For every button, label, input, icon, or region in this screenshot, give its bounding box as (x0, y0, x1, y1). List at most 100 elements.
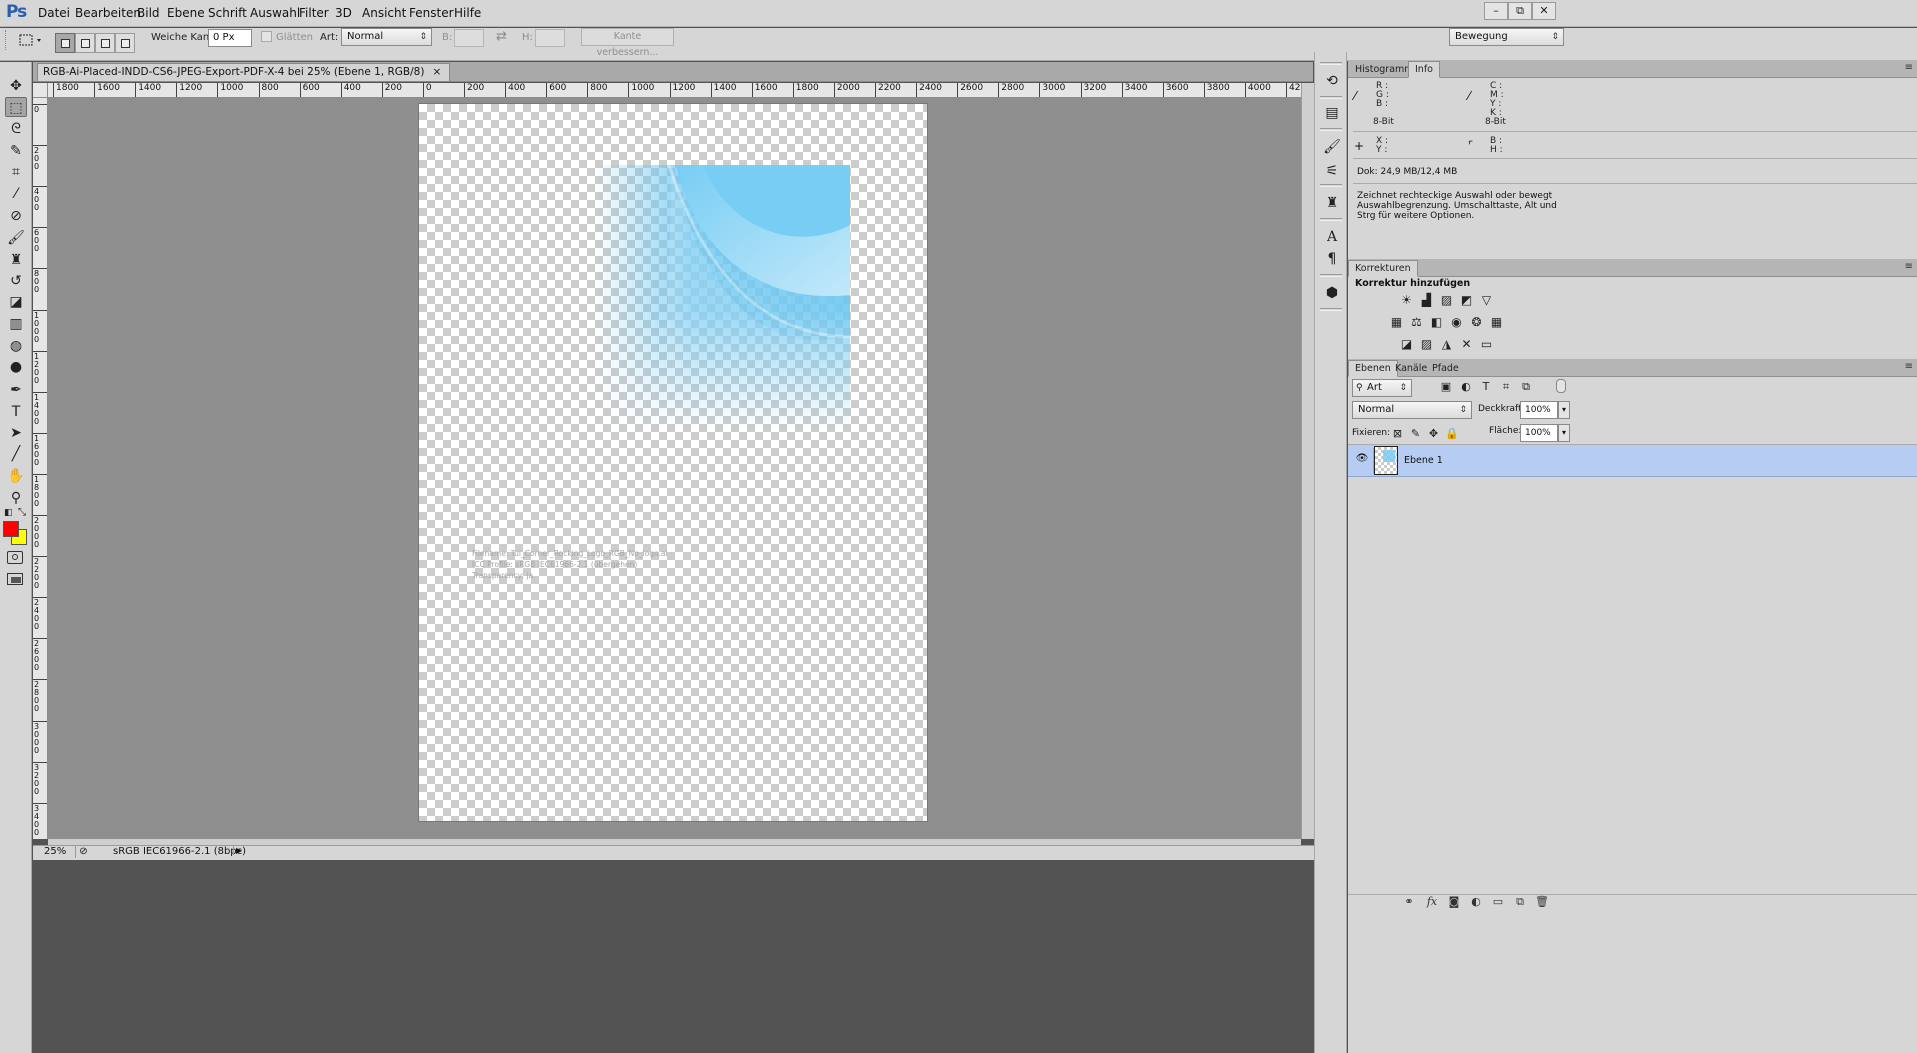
line-tool-icon[interactable]: ╱ (5, 444, 27, 464)
horizontal-ruler[interactable]: 1800 1600 1400 1200 1000 800 600 400 200 0 200 400 6… (48, 83, 1301, 98)
layer-filter-select[interactable]: ⚲ Art ⇕ (1352, 379, 1412, 397)
swap-dimensions-icon[interactable]: ⇄ (496, 29, 507, 44)
lock-pixels-icon[interactable]: ✎ (1409, 427, 1422, 440)
swap-colors-icon[interactable]: ⤡ (18, 507, 26, 518)
brush-presets-icon[interactable]: ⚟ (1323, 162, 1341, 180)
close-window-button[interactable]: ✕ (1532, 2, 1556, 20)
opacity-input[interactable]: 100% (1520, 401, 1558, 419)
layer-name[interactable]: Ebene 1 (1404, 455, 1443, 466)
healing-brush-tool-icon[interactable]: ⊘ (5, 206, 27, 226)
restore-button[interactable]: ⧉ (1508, 2, 1532, 20)
link-layers-icon[interactable]: ⚭ (1401, 895, 1417, 909)
intersect-selection-button[interactable] (115, 33, 135, 53)
selective-color-icon[interactable]: ✕ (1459, 338, 1474, 351)
refine-edge-button[interactable]: Kante verbessern... (581, 28, 674, 58)
subtract-selection-button[interactable] (95, 33, 115, 53)
zoom-tool-icon[interactable]: ⚲ (5, 488, 27, 508)
lock-transparent-icon[interactable]: ⊠ (1391, 427, 1404, 440)
lock-position-icon[interactable]: ✥ (1427, 427, 1440, 440)
layer-row[interactable]: 👁 Ebene 1 (1348, 445, 1917, 477)
gradient-tool-icon[interactable]: ▥ (5, 314, 27, 334)
panel-menu-icon[interactable]: ≡ (1905, 361, 1913, 372)
gradient-map-icon[interactable]: ▭ (1479, 338, 1494, 351)
quick-mask-button[interactable] (7, 551, 23, 564)
ruler-origin[interactable] (33, 83, 48, 98)
filter-pixel-icon[interactable]: ▣ (1439, 380, 1453, 394)
vertical-ruler[interactable]: 0 200 400 600 800 1000 1200 1400 1600 1800 2000 220… (33, 98, 48, 839)
antialias-checkbox[interactable] (261, 31, 272, 42)
opacity-dropdown-icon[interactable]: ▾ (1558, 401, 1570, 419)
vibrance-icon[interactable]: ▽ (1479, 294, 1494, 307)
brush-panel-icon[interactable]: 🖌 (1323, 138, 1341, 156)
panel-menu-icon[interactable]: ≡ (1905, 261, 1913, 272)
black-white-icon[interactable]: ◧ (1429, 316, 1444, 329)
menu-schrift[interactable]: Schrift (208, 6, 247, 20)
new-layer-icon[interactable]: ⧉ (1512, 895, 1528, 909)
channel-mixer-icon[interactable]: ❂ (1469, 316, 1484, 329)
menu-fenster[interactable]: Fenster (409, 6, 454, 20)
tab-info[interactable]: Info (1408, 61, 1440, 78)
menu-3d[interactable]: 3D (335, 6, 352, 20)
tab-adjustments[interactable]: Korrekturen (1348, 260, 1418, 277)
layer-visibility-eye-icon[interactable]: 👁 (1354, 453, 1370, 464)
style-select[interactable]: Normal ⇕ (341, 28, 432, 46)
type-tool-icon[interactable]: T (5, 402, 27, 422)
add-mask-icon[interactable]: ◙ (1446, 895, 1462, 909)
paragraph-panel-icon[interactable]: ¶ (1323, 250, 1341, 268)
blend-mode-select[interactable]: Normal ⇕ (1352, 401, 1472, 419)
character-panel-icon[interactable]: A (1323, 228, 1341, 246)
layer-style-icon[interactable]: fx (1424, 895, 1440, 909)
filter-adjustment-icon[interactable]: ◐ (1459, 380, 1473, 394)
menu-ansicht[interactable]: Ansicht (362, 6, 406, 20)
filter-smartobject-icon[interactable]: ⧉ (1519, 380, 1533, 394)
photo-filter-icon[interactable]: ◉ (1449, 316, 1464, 329)
status-info-icon[interactable]: ⊘ (75, 846, 89, 858)
menu-bild[interactable]: Bild (137, 6, 160, 20)
minimize-button[interactable]: – (1484, 2, 1508, 20)
brush-tool-icon[interactable]: 🖌 (5, 228, 27, 248)
color-balance-icon[interactable]: ⚖ (1409, 316, 1424, 329)
3d-panel-icon[interactable]: ⬢ (1323, 284, 1341, 302)
marquee-tool-icon[interactable]: ⬚ (5, 97, 27, 117)
menu-bearbeiten[interactable]: Bearbeiten (75, 6, 141, 20)
document-tab[interactable]: RGB-Ai-Placed-INDD-CS6-JPEG-Export-PDF-X… (37, 63, 451, 81)
curves-icon[interactable]: ▨ (1439, 294, 1454, 307)
menu-datei[interactable]: Datei (38, 6, 70, 20)
eraser-tool-icon[interactable]: ◪ (5, 292, 27, 312)
color-lookup-icon[interactable]: ▦ (1489, 316, 1504, 329)
properties-panel-icon[interactable]: ▤ (1323, 104, 1341, 122)
vertical-scrollbar[interactable] (1301, 83, 1314, 839)
layer-thumbnail[interactable] (1374, 446, 1398, 475)
menu-auswahl[interactable]: Auswahl (250, 6, 300, 20)
feather-input[interactable]: 0 Px (208, 29, 252, 47)
panel-menu-icon[interactable]: ≡ (1905, 62, 1913, 73)
new-selection-button[interactable] (55, 33, 75, 53)
history-panel-icon[interactable]: ⟲ (1323, 72, 1341, 90)
menu-hilfe[interactable]: Hilfe (454, 6, 481, 20)
add-to-selection-button[interactable] (75, 33, 95, 53)
posterize-icon[interactable]: ▨ (1419, 338, 1434, 351)
fill-dropdown-icon[interactable]: ▾ (1558, 424, 1570, 442)
blur-tool-icon[interactable]: ◍ (5, 336, 27, 356)
crop-tool-icon[interactable]: ⌗ (5, 162, 27, 182)
invert-icon[interactable]: ◪ (1399, 338, 1414, 351)
threshold-icon[interactable]: ◮ (1439, 338, 1454, 351)
hue-saturation-icon[interactable]: ▦ (1389, 316, 1404, 329)
new-adjustment-layer-icon[interactable]: ◐ (1468, 895, 1484, 909)
status-menu-arrow-icon[interactable]: ▶ (233, 846, 242, 855)
menu-filter[interactable]: Filter (299, 6, 329, 20)
screen-mode-button[interactable] (7, 573, 23, 585)
eyedropper-tool-icon[interactable]: ⁄ (5, 184, 27, 204)
history-brush-tool-icon[interactable]: ↺ (5, 271, 27, 291)
clone-stamp-tool-icon[interactable]: ♜ (5, 250, 27, 270)
lasso-tool-icon[interactable]: ᘓ (5, 119, 27, 139)
foreground-color-swatch[interactable] (3, 521, 19, 537)
default-colors-icon[interactable]: ◧ (4, 508, 13, 518)
menu-ebene[interactable]: Ebene (167, 6, 205, 20)
filter-type-icon[interactable]: T (1479, 380, 1493, 394)
levels-icon[interactable]: ▟ (1419, 294, 1434, 307)
move-tool-icon[interactable]: ✥ (5, 76, 27, 96)
width-input[interactable] (454, 29, 484, 47)
exposure-icon[interactable]: ◩ (1459, 294, 1474, 307)
brightness-contrast-icon[interactable]: ☀ (1399, 294, 1414, 307)
